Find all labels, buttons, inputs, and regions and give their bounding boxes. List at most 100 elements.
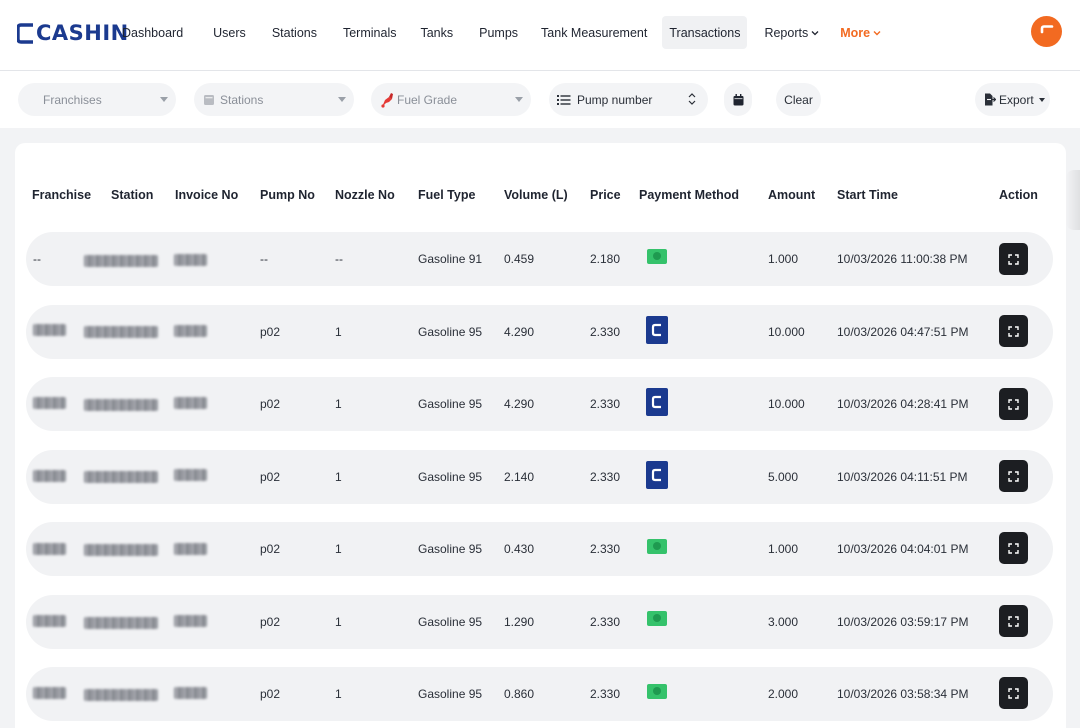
cell-volume: 0.459 xyxy=(504,252,535,266)
nav-terminals[interactable]: Terminals xyxy=(334,16,406,49)
cell-start-time: 10/03/2026 03:59:17 PM xyxy=(837,615,969,629)
fuel-grade-select[interactable]: Fuel Grade xyxy=(371,83,531,116)
franchises-select[interactable]: Franchises xyxy=(18,83,176,116)
cell-amount: 1.000 xyxy=(768,252,799,266)
expand-row-button[interactable] xyxy=(999,532,1028,564)
expand-row-button[interactable] xyxy=(999,315,1028,347)
cell-franchise: -- xyxy=(33,252,41,266)
cell-volume: 0.860 xyxy=(504,687,535,701)
cell-start-time: 10/03/2026 04:11:51 PM xyxy=(837,470,968,484)
franchises-placeholder: Franchises xyxy=(43,92,102,107)
redacted-franchise xyxy=(33,324,66,336)
export-button[interactable]: Export xyxy=(975,83,1050,116)
column-header-pump-no[interactable]: Pump No xyxy=(260,188,315,202)
cell-start-time: 10/03/2026 04:47:51 PM xyxy=(837,325,969,339)
column-header-fuel-type[interactable]: Fuel Type xyxy=(418,188,475,202)
clear-filters-button[interactable]: Clear xyxy=(776,83,821,116)
cell-fuel-type: Gasoline 95 xyxy=(418,470,483,484)
column-header-volume[interactable]: Volume (L) xyxy=(504,188,568,202)
cell-amount: 3.000 xyxy=(768,615,799,629)
cell-amount: 10.000 xyxy=(768,325,805,339)
pump-number-stepper[interactable]: Pump number xyxy=(549,83,708,116)
cell-nozzle-no: 1 xyxy=(335,325,342,339)
cell-price: 2.180 xyxy=(590,252,621,266)
cell-pump-no: p02 xyxy=(260,470,281,484)
nav-reports[interactable]: Reports xyxy=(755,16,828,49)
cell-nozzle-no: 1 xyxy=(335,687,342,701)
export-label: Export xyxy=(999,92,1034,107)
column-header-nozzle-no[interactable]: Nozzle No xyxy=(335,188,395,202)
redacted-franchise xyxy=(33,543,66,555)
cell-price: 2.330 xyxy=(590,397,621,411)
cash-payment-icon xyxy=(647,249,667,264)
cell-fuel-type: Gasoline 95 xyxy=(418,397,483,411)
nav-transactions[interactable]: Transactions xyxy=(662,16,748,49)
caret-down-icon xyxy=(1038,97,1045,102)
cell-pump-no: p02 xyxy=(260,397,281,411)
expand-row-button[interactable] xyxy=(999,460,1028,492)
column-header-amount[interactable]: Amount xyxy=(768,188,815,202)
column-header-station[interactable]: Station xyxy=(111,188,153,202)
date-picker-button[interactable] xyxy=(724,83,752,116)
stepper-arrows-icon[interactable] xyxy=(688,92,696,106)
cell-amount: 10.000 xyxy=(768,397,805,411)
redacted-invoice xyxy=(174,615,207,627)
caret-down-icon xyxy=(515,97,523,102)
redacted-station xyxy=(84,399,158,411)
cell-fuel-type: Gasoline 95 xyxy=(418,325,483,339)
cell-volume: 2.140 xyxy=(504,470,535,484)
cell-nozzle-no: 1 xyxy=(335,397,342,411)
cell-pump-no: p02 xyxy=(260,542,281,556)
brand-c-icon xyxy=(1040,24,1053,33)
file-export-icon xyxy=(985,93,996,106)
cell-amount: 2.000 xyxy=(768,687,799,701)
expand-row-button[interactable] xyxy=(999,605,1028,637)
cell-nozzle-no: 1 xyxy=(335,470,342,484)
expand-icon xyxy=(1008,542,1019,554)
cell-pump-no: -- xyxy=(260,252,268,266)
expand-row-button[interactable] xyxy=(999,388,1028,420)
nav-dashboard[interactable]: Dashboard xyxy=(113,16,192,49)
column-header-invoice-no[interactable]: Invoice No xyxy=(175,188,238,202)
logo-c-mark-icon xyxy=(17,22,33,44)
redacted-franchise xyxy=(33,470,66,482)
cell-fuel-type: Gasoline 95 xyxy=(418,687,483,701)
redacted-invoice xyxy=(174,469,207,481)
column-header-franchise[interactable]: Franchise xyxy=(32,188,91,202)
cell-nozzle-no: -- xyxy=(335,252,343,266)
expand-row-button[interactable] xyxy=(999,677,1028,709)
cell-pump-no: p02 xyxy=(260,325,281,339)
nav-users[interactable]: Users xyxy=(204,16,255,49)
cell-start-time: 10/03/2026 03:58:34 PM xyxy=(837,687,969,701)
redacted-invoice xyxy=(174,397,207,409)
nav-stations[interactable]: Stations xyxy=(263,16,326,49)
redacted-station xyxy=(84,617,158,629)
cell-amount: 1.000 xyxy=(768,542,799,556)
column-header-payment-method[interactable]: Payment Method xyxy=(639,188,739,202)
cell-price: 2.330 xyxy=(590,470,621,484)
pump-number-placeholder: Pump number xyxy=(577,92,653,107)
expand-row-button[interactable] xyxy=(999,243,1028,275)
stations-select[interactable]: Stations xyxy=(194,83,354,116)
cell-fuel-type: Gasoline 95 xyxy=(418,615,483,629)
nav-tank-measurement[interactable]: Tank Measurement xyxy=(532,16,656,49)
cashin-payment-icon xyxy=(646,388,668,416)
caret-down-icon xyxy=(160,97,168,102)
user-avatar[interactable] xyxy=(1031,16,1062,47)
nav-more[interactable]: More xyxy=(831,16,890,49)
redacted-franchise xyxy=(33,615,66,627)
cashin-logo[interactable]: CASHIN xyxy=(17,22,129,44)
cashin-payment-icon xyxy=(646,316,668,344)
cell-price: 2.330 xyxy=(590,687,621,701)
fuel-nozzle-icon xyxy=(381,92,393,108)
scroll-edge xyxy=(1066,170,1080,230)
cell-price: 2.330 xyxy=(590,542,621,556)
nav-pumps[interactable]: Pumps xyxy=(470,16,527,49)
column-header-price[interactable]: Price xyxy=(590,188,621,202)
expand-icon xyxy=(1008,325,1019,337)
column-header-start-time[interactable]: Start Time xyxy=(837,188,898,202)
main-nav: Dashboard Users Stations Terminals Tanks… xyxy=(113,16,890,49)
cell-volume: 4.290 xyxy=(504,325,535,339)
cell-start-time: 10/03/2026 04:04:01 PM xyxy=(837,542,969,556)
nav-tanks[interactable]: Tanks xyxy=(411,16,462,49)
